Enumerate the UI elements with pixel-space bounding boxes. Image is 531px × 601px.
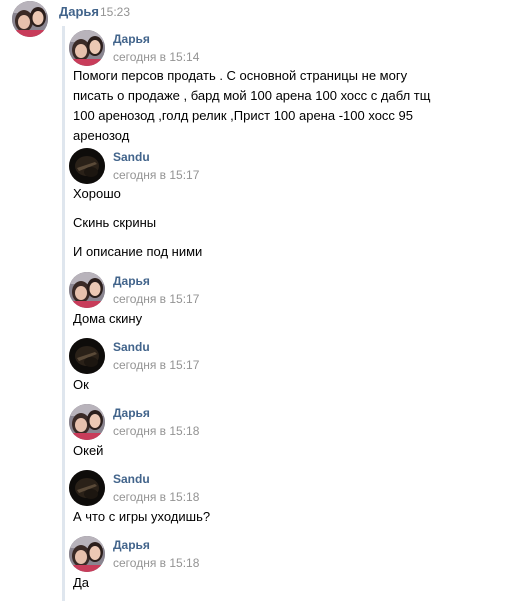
message-text: 100 аренозод ,голд релик ,Прист 100 арен… (73, 108, 413, 123)
message-date[interactable]: сегодня в 15:17 (113, 358, 199, 372)
message-date[interactable]: сегодня в 15:18 (113, 556, 199, 570)
message-text: А что с игры уходишь? (73, 509, 211, 524)
darya-avatar[interactable] (69, 404, 105, 440)
message-author[interactable]: Sandu (113, 150, 150, 164)
message-author[interactable]: Дарья (113, 274, 150, 288)
message-date[interactable]: сегодня в 15:17 (113, 292, 199, 306)
darya-avatar[interactable] (69, 536, 105, 572)
message-date[interactable]: сегодня в 15:17 (113, 168, 199, 182)
message-author[interactable]: Дарья (113, 406, 150, 420)
forwarded-messages: Дарья сегодня в 15:14 Помоги персов прод… (62, 26, 531, 601)
message-date[interactable]: сегодня в 15:18 (113, 424, 199, 438)
message-author[interactable]: Дарья (113, 538, 150, 552)
sandu-avatar[interactable] (69, 338, 105, 374)
sender-avatar[interactable] (12, 1, 48, 37)
message-text: аренозод (73, 128, 130, 143)
message-text: И описание под ними (73, 244, 203, 259)
darya-avatar[interactable] (69, 272, 105, 308)
header-time[interactable]: 15:23 (100, 5, 130, 19)
message-text: Окей (73, 443, 104, 458)
darya-avatar[interactable] (69, 30, 105, 66)
message-date[interactable]: сегодня в 15:18 (113, 490, 199, 504)
message-date[interactable]: сегодня в 15:14 (113, 50, 199, 64)
message-text: Ок (73, 377, 89, 392)
message-text: Хорошо (73, 186, 121, 201)
sandu-avatar[interactable] (69, 470, 105, 506)
sender-name[interactable]: Дарья (59, 4, 99, 19)
message-text: Да (73, 575, 90, 590)
message-text: Дома скину (73, 311, 143, 326)
sandu-avatar[interactable] (69, 148, 105, 184)
message-text: писать о продаже , бард мой 100 арена 10… (73, 88, 431, 103)
message-text: Скинь скрины (73, 215, 157, 230)
message-author[interactable]: Sandu (113, 340, 150, 354)
message-author[interactable]: Дарья (113, 32, 150, 46)
message-text: Помоги персов продать . С основной стран… (73, 68, 408, 83)
message-author[interactable]: Sandu (113, 472, 150, 486)
